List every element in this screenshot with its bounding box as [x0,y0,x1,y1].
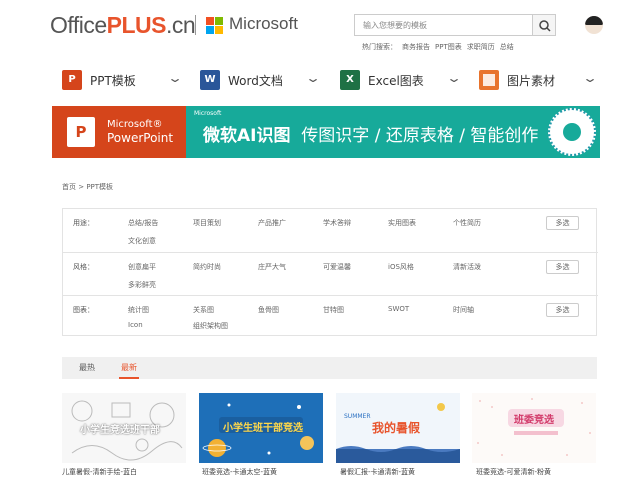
template-thumbnail[interactable]: 小学生班干部竞选 [199,393,323,463]
avatar-hair [585,16,603,25]
logo-divider [195,15,196,35]
filter-option[interactable]: 产品推广 [258,218,286,228]
nav-label: 图片素材 [507,74,556,88]
tab-hottest[interactable]: 最热 [79,362,95,373]
filter-option[interactable]: 学术答辩 [323,218,351,228]
filter-option[interactable]: 创意扁平 [128,262,156,272]
chevron-down-icon: ⌄ [304,71,322,85]
user-avatar[interactable] [585,16,603,34]
tab-newest[interactable]: 最新 [121,362,137,373]
chevron-down-icon: ⌄ [445,71,463,85]
powerpoint-logo-icon: P [67,117,95,147]
filter-option[interactable]: 可爱温馨 [323,262,351,272]
template-caption[interactable]: 班委竞选-卡通太空-蓝黄 [202,467,277,477]
microsoft-text: Microsoft [229,14,298,33]
filter-row-usage: 用途： 总结/报告 项目策划 产品推广 学术答辩 实用图表 个性简历 文化创意 … [63,209,598,253]
thumbnail-overlay-text: 班委竞选 [514,415,554,426]
multi-select-button[interactable]: 多选 [546,216,579,230]
thumbnail-overlay-subtext: SUMMER [344,413,371,420]
word-icon: W [200,70,220,90]
template-caption[interactable]: 儿童暑假-清新手绘-蓝白 [62,467,137,477]
search-input[interactable]: 输入您想要的模板 [354,14,532,36]
filter-option[interactable]: 多彩鲜亮 [128,280,156,290]
filter-option[interactable]: 项目策划 [193,218,221,228]
hot-search-item[interactable]: 商务报告 [402,43,430,51]
search-icon [539,20,551,32]
hot-search-item[interactable]: 总结 [500,43,514,51]
filter-option[interactable]: 关系图 [193,305,214,315]
template-thumbnail[interactable]: SUMMER 我的暑假 [336,393,460,463]
banner-microsoft-small: Microsoft [194,110,222,117]
nav-label: Excel图表 [368,74,424,88]
filter-row-style: 风格： 创意扁平 简约时尚 庄严大气 可爱温馨 iOS风格 清新活泼 多彩鲜亮 … [63,253,598,296]
active-tab-indicator [119,377,139,379]
filter-option[interactable]: 统计图 [128,305,149,315]
nav-item-excel[interactable]: X Excel图表 ⌄ [340,67,465,93]
filter-option[interactable]: 总结/报告 [128,218,158,228]
filter-option[interactable]: 甘特图 [323,305,344,315]
chevron-down-icon: ⌄ [166,71,184,85]
image-material-icon [479,70,499,90]
nav-item-ppt[interactable]: P PPT模板 ⌄ [62,67,187,93]
header: OfficePLUS.cn Microsoft 输入您想要的模板 热门搜索： 商务… [0,0,639,62]
filter-option[interactable]: 清新活泼 [453,262,481,272]
filter-option[interactable]: iOS风格 [388,262,414,272]
hot-search-item[interactable]: PPT图表 [435,43,462,51]
search-button[interactable] [532,14,556,36]
filter-option[interactable]: 文化创意 [128,236,156,246]
filter-option[interactable]: 组织架构图 [193,321,228,331]
hot-search-item[interactable]: 求职简历 [467,43,495,51]
filter-label: 风格： [73,263,94,271]
template-preview-pink [472,393,596,463]
multi-select-button[interactable]: 多选 [546,260,579,274]
promo-banner[interactable]: P Microsoft® PowerPoint Microsoft 微软AI识图… [52,106,600,158]
filter-label: 图表： [73,306,94,314]
filter-option[interactable]: 个性简历 [453,218,481,228]
microsoft-logo-icon [206,17,223,34]
officeplus-logo[interactable]: OfficePLUS.cn [50,12,196,39]
chevron-down-icon: ⌄ [581,71,599,85]
template-thumbnail[interactable]: 班委竞选 [472,393,596,463]
banner-pp-name: PowerPoint [107,131,174,145]
template-caption[interactable]: 暑假汇报-卡通清新-蓝黄 [340,467,415,477]
filter-option[interactable]: 时间轴 [453,305,474,315]
banner-title: 微软AI识图 传图识字 / 还原表格 / 智能创作 [203,126,539,146]
hot-search-label: 热门搜索： [362,43,397,51]
powerpoint-banner-section: P Microsoft® PowerPoint [52,106,186,158]
breadcrumb[interactable]: 首页 > PPT模板 [62,182,113,192]
filter-panel: 用途： 总结/报告 项目策划 产品推广 学术答辩 实用图表 个性简历 文化创意 … [62,208,598,337]
powerpoint-icon: P [62,70,82,90]
multi-select-button[interactable]: 多选 [546,303,579,317]
filter-option[interactable]: 简约时尚 [193,262,221,272]
thumbnail-overlay-text: 我的暑假 [372,421,421,435]
nav-label: PPT模板 [90,74,136,88]
qr-center-logo [563,123,581,141]
filter-option[interactable]: 鱼骨图 [258,305,279,315]
nav-item-images[interactable]: 图片素材 ⌄ [479,67,604,93]
nav-label: Word文档 [228,74,283,88]
template-thumbnail[interactable]: 小学生竞选班干部 [62,393,186,463]
filter-option[interactable]: 实用图表 [388,218,416,228]
banner-ms-label: Microsoft® [107,119,163,130]
template-caption[interactable]: 班委竞选-可爱清新-粉黄 [476,467,551,477]
thumbnail-overlay-text: 小学生班干部竞选 [223,423,303,434]
filter-option[interactable]: Icon [128,321,143,329]
sort-tabs: 最热 最新 [62,357,597,379]
qr-code-icon[interactable] [548,108,596,156]
filter-row-chart: 图表： 统计图 关系图 鱼骨图 甘特图 SWOT 时间轴 Icon 组织架构图 … [63,296,598,337]
filter-label: 用途： [73,219,94,227]
thumbnail-overlay-text: 小学生竞选班干部 [80,425,160,436]
hot-search-row: 热门搜索： 商务报告 PPT图表 求职简历 总结 [362,42,519,52]
nav-item-word[interactable]: W Word文档 ⌄ [200,67,325,93]
filter-option[interactable]: 庄严大气 [258,262,286,272]
filter-option[interactable]: SWOT [388,305,409,313]
main-nav: P PPT模板 ⌄ W Word文档 ⌄ X Excel图表 ⌄ 图片素材 ⌄ [0,62,639,98]
excel-icon: X [340,70,360,90]
